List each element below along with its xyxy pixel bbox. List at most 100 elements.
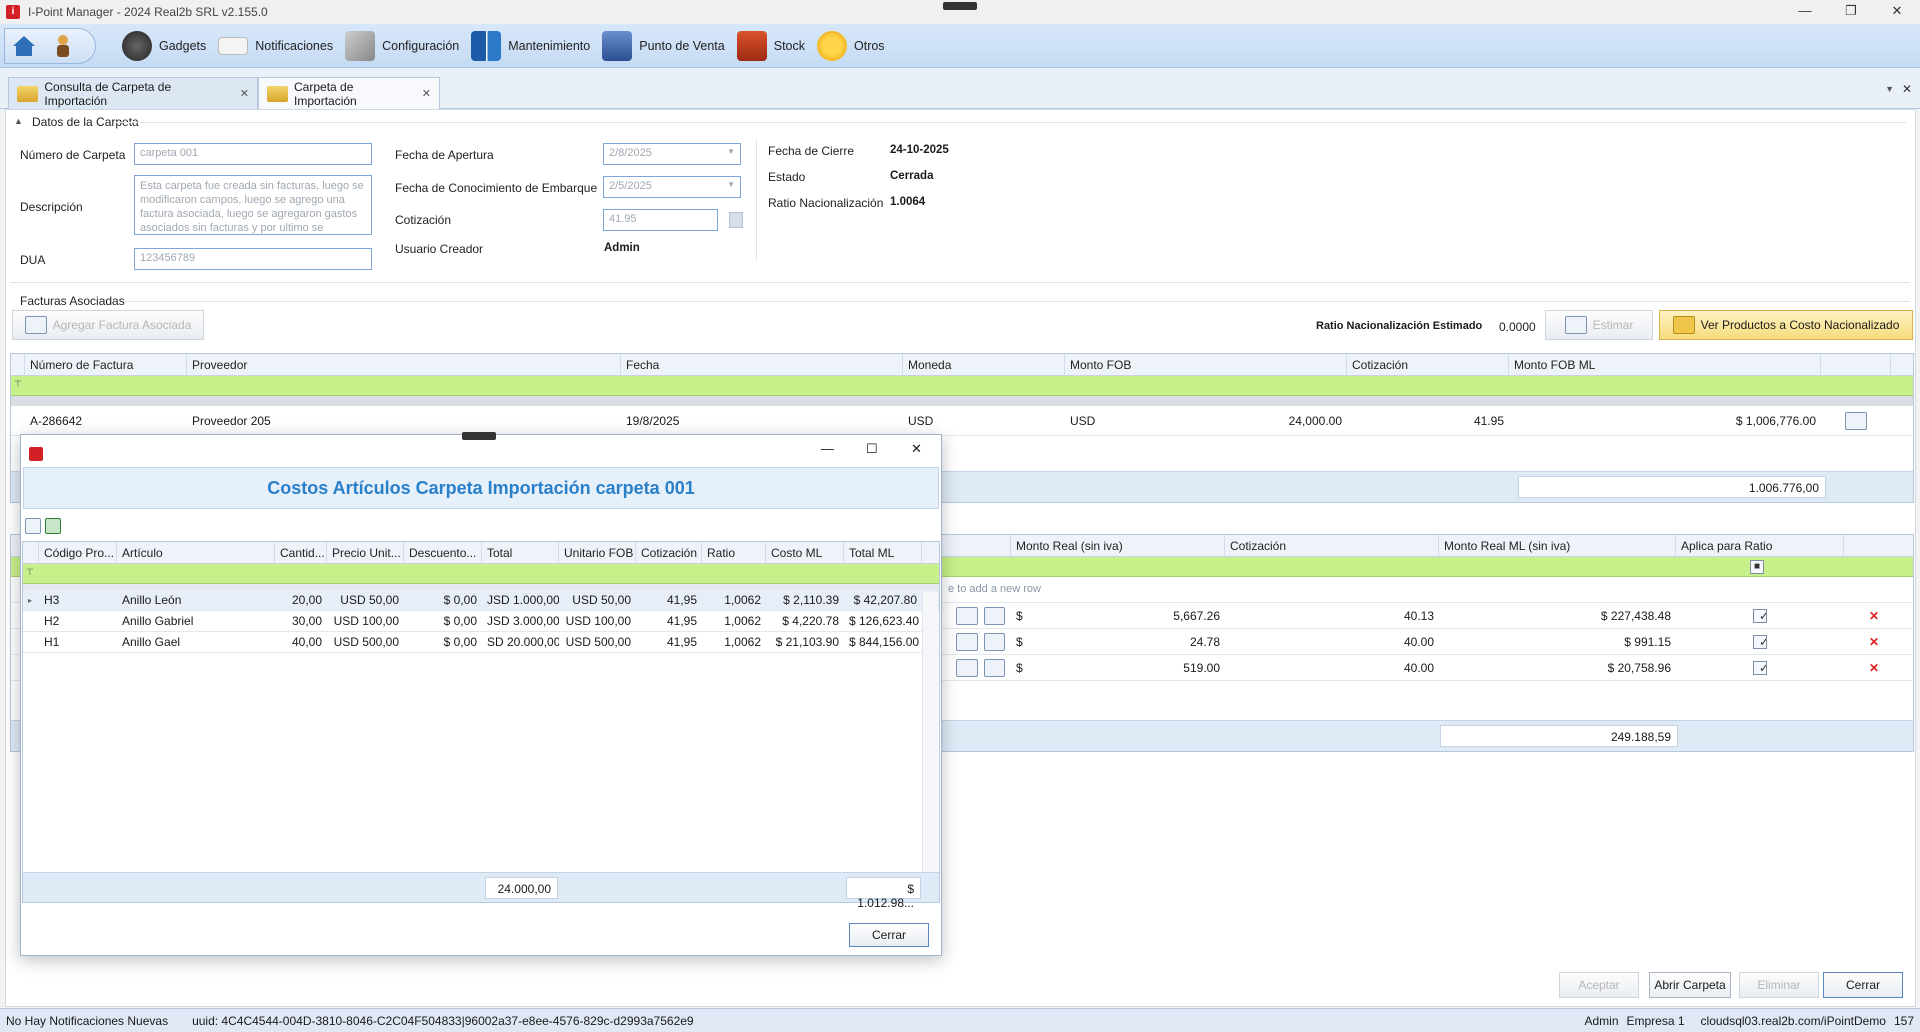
cell[interactable]: A-286642 [25,414,187,428]
delete-x-icon[interactable]: ✕ [1844,609,1904,623]
delete-row-icon[interactable] [1845,411,1867,430]
close-button[interactable]: ✕ [1874,0,1920,24]
tab-close-button[interactable]: ✕ [422,87,431,100]
cell[interactable]: H1 [39,635,117,649]
tab-carpeta-importacion[interactable]: Carpeta de Importación ✕ [258,77,440,109]
cell-monto-real[interactable]: $5,667.26 [1011,609,1225,623]
column-header[interactable]: Monto Real (sin iva) [1011,535,1225,556]
cell[interactable]: $ 20,758.96 [1439,661,1676,675]
cell[interactable]: 41,95 [636,614,702,628]
cell[interactable]: Proveedor 205 [187,414,621,428]
cell[interactable]: $ 42,207.80 [844,593,922,607]
descripcion-textarea[interactable]: Esta carpeta fue creada sin facturas, lu… [134,175,372,235]
menu-notificaciones[interactable]: Notificaciones [218,24,333,68]
cell[interactable]: USD 500,00 [327,635,404,649]
cell[interactable]: 1,0062 [702,635,766,649]
cell[interactable]: Anillo Gabriel [117,614,275,628]
cell[interactable]: 20,00 [275,593,327,607]
menu-otros[interactable]: Otros [817,24,885,68]
cell[interactable]: 41.95 [1347,414,1509,428]
agregar-factura-button[interactable]: Agregar Factura Asociada [12,310,204,340]
table-row[interactable]: H2 Anillo Gabriel 30,00 USD 100,00 $ 0,0… [23,611,939,632]
tab-list-dropdown[interactable]: ▼ [1885,84,1894,94]
excel-export-icon[interactable] [45,518,61,534]
drag-grip[interactable] [462,432,496,440]
cell[interactable]: SD 20.000,00 [482,635,559,649]
dialog-cerrar-button[interactable]: Cerrar [849,923,929,947]
column-header[interactable]: Ratio [702,542,766,563]
cell-monto-real[interactable]: $519.00 [1011,661,1225,675]
row-expand-icon[interactable]: ▸ [23,596,39,605]
dialog-close-button[interactable]: ✕ [911,441,922,457]
fecha-embarque-picker[interactable]: 2/5/2025 ▼ [603,176,741,198]
add-row-icon[interactable] [956,658,978,677]
close-all-tabs-button[interactable]: ✕ [1902,82,1912,96]
notifications-status[interactable]: No Hay Notificaciones Nuevas [6,1014,168,1028]
filter-checkbox[interactable]: ■ [1750,560,1764,574]
filter-row[interactable]: ⊤ [11,376,1913,396]
aplica-ratio-checkbox[interactable]: ✓ [1753,660,1767,675]
cell[interactable]: $ 844,156.00 [844,635,922,649]
column-header[interactable]: Descuento... [404,542,482,563]
abrir-carpeta-button[interactable]: Abrir Carpeta [1649,972,1731,998]
dialog-minimize-button[interactable]: — [821,441,834,456]
column-header[interactable]: Moneda [903,354,1065,375]
cell[interactable]: USD [903,414,1065,428]
cell[interactable]: $ 2,110.39 [766,593,844,607]
cerrar-button[interactable]: Cerrar [1823,972,1903,998]
table-row[interactable]: H1 Anillo Gael 40,00 USD 500,00 $ 0,00 S… [23,632,939,653]
column-header[interactable]: Artículo [117,542,275,563]
column-header[interactable]: Precio Unit... [327,542,404,563]
cell[interactable]: 1,0062 [702,614,766,628]
menu-punto-de-venta[interactable]: Punto de Venta [602,24,725,68]
column-header[interactable]: Cantid... [275,542,327,563]
aplica-ratio-checkbox[interactable]: ✓ [1753,634,1767,649]
cell[interactable]: $ 0,00 [404,635,482,649]
column-header[interactable]: Costo ML [766,542,844,563]
remove-row-icon[interactable] [983,658,1005,677]
cell[interactable]: $ 991.15 [1439,635,1676,649]
remove-row-icon[interactable] [983,606,1005,625]
cell[interactable]: Anillo León [117,593,275,607]
cell[interactable]: 1,0062 [702,593,766,607]
numero-carpeta-input[interactable]: carpeta 001 [134,143,372,165]
column-header[interactable]: Total [482,542,559,563]
cell[interactable]: 40.00 [1225,661,1439,675]
cell[interactable]: $ 21,103.90 [766,635,844,649]
cell[interactable]: USD 50,00 [327,593,404,607]
eliminar-button[interactable]: Eliminar [1739,972,1819,998]
cell[interactable]: $ 126,623.40 [844,614,922,628]
cell[interactable]: 40.00 [1225,635,1439,649]
column-header[interactable]: Código Pro... [39,542,117,563]
fecha-apertura-picker[interactable]: 2/8/2025 ▼ [603,143,741,165]
cell[interactable]: USD 500,00 [559,635,636,649]
cell[interactable]: H3 [39,593,117,607]
drag-grip[interactable] [943,2,977,10]
calendar-dropdown-icon[interactable]: ▼ [727,180,735,189]
column-header[interactable]: Monto FOB ML [1509,354,1821,375]
column-header[interactable]: Cotización [1225,535,1439,556]
column-header[interactable]: Monto FOB [1065,354,1347,375]
cotizacion-input[interactable]: 41.95 [603,209,718,231]
column-header[interactable]: Proveedor [187,354,621,375]
cell[interactable]: 41,95 [636,593,702,607]
cell[interactable]: $ 4,220.78 [766,614,844,628]
column-header[interactable]: Unitario FOB [559,542,636,563]
cell[interactable]: USD 50,00 [559,593,636,607]
cell[interactable]: Anillo Gael [117,635,275,649]
column-header[interactable]: Monto Real ML (sin iva) [1439,535,1676,556]
calculator-icon[interactable] [729,212,743,228]
tab-consulta-carpeta[interactable]: Consulta de Carpeta de Importación ✕ [8,77,258,109]
cell-monto-fob[interactable]: USD 24,000.00 [1065,414,1347,428]
column-header[interactable]: Cotización [636,542,702,563]
table-row[interactable]: ▸ H3 Anillo León 20,00 USD 50,00 $ 0,00 … [23,590,939,611]
cell[interactable]: $ 1,006,776.00 [1509,414,1821,428]
menu-stock[interactable]: Stock [736,24,805,68]
column-header[interactable]: Fecha [621,354,903,375]
table-row[interactable]: A-286642 Proveedor 205 19/8/2025 USD USD… [11,406,1913,436]
delete-x-icon[interactable]: ✕ [1844,635,1904,649]
cell[interactable]: $ 227,438.48 [1439,609,1676,623]
cell[interactable]: 30,00 [275,614,327,628]
vertical-scrollbar[interactable] [922,592,938,872]
column-header[interactable]: Aplica para Ratio [1676,535,1844,556]
